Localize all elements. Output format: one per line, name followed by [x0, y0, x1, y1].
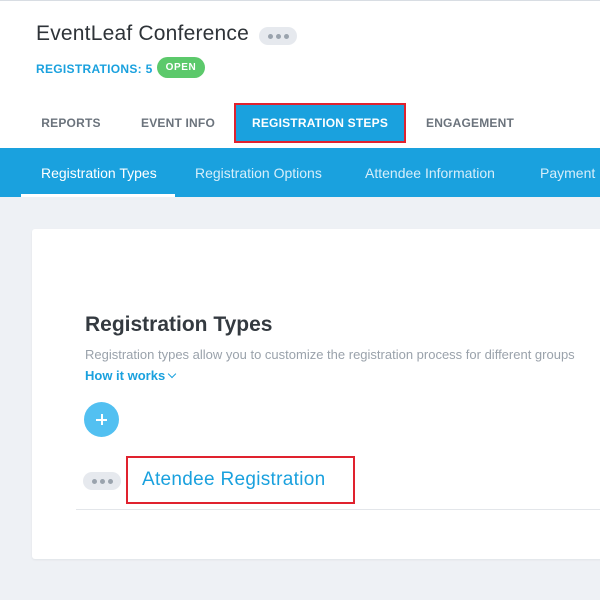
- registration-type-more-button[interactable]: [83, 472, 121, 490]
- tab-reports[interactable]: REPORTS: [30, 105, 112, 141]
- subtab-attendee-information[interactable]: Attendee Information: [365, 148, 495, 197]
- registration-subnav: Registration Types Registration Options …: [0, 148, 600, 197]
- subtab-registration-types[interactable]: Registration Types: [41, 148, 157, 197]
- how-it-works-label: How it works: [85, 368, 166, 383]
- registration-type-link[interactable]: Atendee Registration: [126, 456, 355, 504]
- add-registration-type-button[interactable]: [84, 402, 119, 437]
- row-divider: [76, 509, 600, 510]
- main-tabs: REPORTS EVENT INFO REGISTRATION STEPS EN…: [0, 103, 600, 143]
- event-header: EventLeaf Conference REGISTRATIONS: 5 OP…: [0, 0, 600, 148]
- section-title: Registration Types: [85, 313, 273, 336]
- more-dots-icon: [91, 478, 97, 484]
- section-description: Registration types allow you to customiz…: [85, 347, 575, 362]
- chevron-down-icon: [167, 369, 177, 379]
- plus-icon: [96, 414, 107, 425]
- event-more-button[interactable]: [259, 27, 297, 45]
- subtab-registration-options[interactable]: Registration Options: [195, 148, 322, 197]
- how-it-works-link[interactable]: How it works: [85, 368, 177, 383]
- registrations-count[interactable]: REGISTRATIONS: 5: [36, 62, 153, 76]
- tab-event-info[interactable]: EVENT INFO: [130, 105, 226, 141]
- status-badge: OPEN: [157, 57, 205, 78]
- tab-engagement[interactable]: ENGAGEMENT: [416, 105, 524, 141]
- event-title: EventLeaf Conference: [36, 22, 249, 45]
- active-subtab-indicator: [21, 194, 175, 197]
- more-dots-icon: [267, 33, 273, 39]
- subtab-payment[interactable]: Payment: [540, 148, 595, 197]
- tab-registration-steps[interactable]: REGISTRATION STEPS: [234, 103, 406, 143]
